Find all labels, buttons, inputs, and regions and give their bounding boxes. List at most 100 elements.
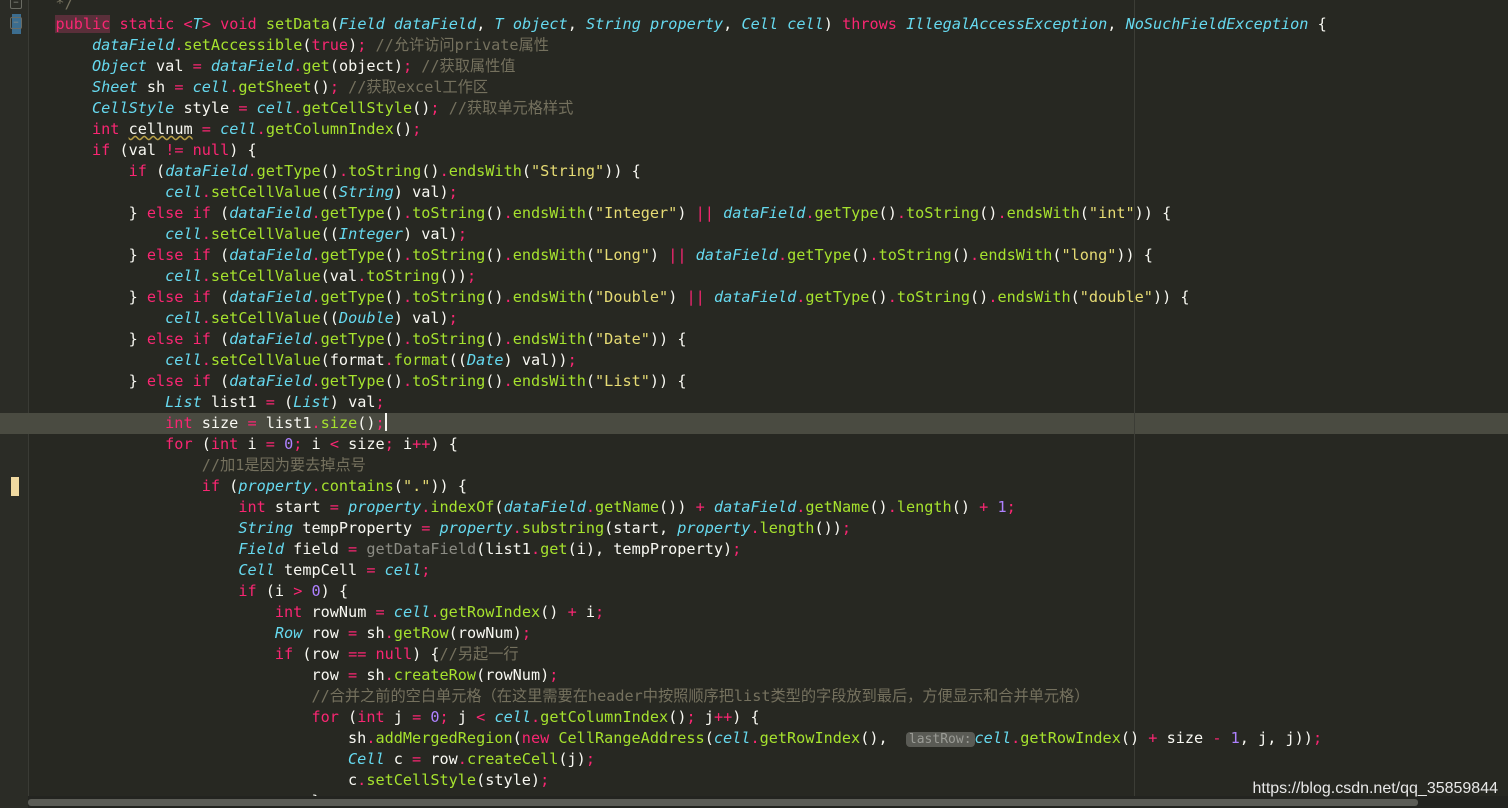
code-token: substring (521, 519, 605, 537)
code-token: i (393, 435, 413, 453)
code-line[interactable]: row = sh.createRow(rowNum); (28, 665, 558, 686)
code-token: indexOf (430, 498, 495, 516)
code-token: Row (274, 624, 303, 642)
code-line[interactable]: int cellnum = cell.getColumnIndex(); (28, 119, 421, 140)
code-token: Integer (338, 225, 403, 243)
code-token: else if (146, 330, 211, 348)
code-line[interactable]: cell.setCellValue(format.format((Date) v… (28, 350, 577, 371)
code-line[interactable]: c.setCellStyle(style); (28, 770, 549, 791)
code-line[interactable]: } else if (dataField.getType().toString(… (28, 245, 1153, 266)
code-line[interactable]: } else if (dataField.getType().toString(… (28, 203, 1172, 224)
code-token: () (485, 246, 504, 264)
code-line[interactable]: sh.addMergedRegion(new CellRangeAddress(… (28, 728, 1322, 749)
code-line[interactable]: Sheet sh = cell.getSheet(); //获取excel工作区 (28, 77, 488, 98)
fold-marker-icon[interactable]: − (10, 0, 22, 9)
parameter-hint: lastRow: (905, 732, 975, 747)
code-token: (row (293, 645, 349, 663)
code-line[interactable]: String tempProperty = property.substring… (28, 518, 851, 539)
code-token: endsWith (512, 372, 586, 390)
code-line[interactable]: for (int i = 0; i < size; i++) { (28, 434, 458, 455)
code-line[interactable]: cell.setCellValue((Double) val); (28, 308, 458, 329)
code-token: getRowIndex (1020, 729, 1121, 747)
code-line[interactable]: */ (28, 0, 73, 14)
code-token: ) (823, 15, 843, 33)
code-token: (( (320, 309, 339, 327)
code-token: )) { (430, 477, 467, 495)
code-token: . (357, 267, 367, 285)
code-token: ) { (320, 582, 349, 600)
code-line[interactable]: cell.setCellValue(val.toString()); (28, 266, 476, 287)
code-token: dataField (229, 204, 312, 222)
code-token: CellStyle (92, 99, 175, 117)
code-line[interactable]: public static <T> void setData(Field dat… (28, 14, 1327, 35)
code-token: < (476, 708, 486, 726)
code-token: ) val) (393, 183, 449, 201)
code-line[interactable]: if (property.contains(".")) { (28, 476, 467, 497)
code-line[interactable]: int start = property.indexOf(dataField.g… (28, 497, 1015, 518)
code-token: else if (146, 288, 211, 306)
code-editor[interactable]: */ public static <T> void setData(Field … (28, 0, 1508, 796)
code-token: . (311, 288, 321, 306)
code-line[interactable]: } else if (dataField.getType().toString(… (28, 329, 687, 350)
code-token: } (28, 372, 147, 390)
code-token: > (293, 582, 303, 600)
code-token: . (201, 309, 211, 327)
scrollbar-thumb[interactable] (28, 799, 1418, 806)
code-token: . (201, 351, 211, 369)
code-line[interactable]: cell.setCellValue((String) val); (28, 182, 458, 203)
code-token: getType (320, 372, 385, 390)
code-token: property (348, 498, 422, 516)
code-line[interactable]: int rowNum = cell.getRowIndex() + i; (28, 602, 604, 623)
code-token: ( (274, 393, 294, 411)
code-token: if (92, 141, 111, 159)
code-line[interactable]: cell.setCellValue((Integer) val); (28, 224, 467, 245)
code-line[interactable]: Row row = sh.getRow(rowNum); (28, 623, 531, 644)
code-token: List (293, 393, 330, 411)
code-token: ; (466, 267, 477, 285)
code-line[interactable]: Object val = dataField.get(object); //获取… (28, 56, 515, 77)
code-token: cell (494, 708, 532, 726)
code-token: , (1107, 15, 1126, 33)
code-line[interactable]: CellStyle style = cell.getCellStyle(); /… (28, 98, 573, 119)
code-line[interactable]: //合并之前的空白单元格（在这里需要在header中按照顺序把list类型的字段… (28, 686, 1089, 707)
code-line[interactable]: dataField.setAccessible(true); //允许访问pri… (28, 35, 549, 56)
code-line[interactable]: if (val != null) { (28, 140, 257, 161)
watermark: https://blog.csdn.net/qq_35859844 (1252, 780, 1498, 797)
code-token: j (695, 708, 714, 726)
code-token: () (384, 372, 403, 390)
code-token: . (201, 267, 211, 285)
code-token: )) { (604, 162, 641, 180)
code-line[interactable]: //加1是因为要去掉点号 (28, 455, 366, 476)
code-token: . (402, 288, 413, 306)
code-line[interactable]: for (int j = 0; j < cell.getColumnIndex(… (28, 707, 759, 728)
editor-gutter[interactable]: − − (0, 0, 29, 808)
code-line[interactable]: Cell tempCell = cell; (28, 560, 430, 581)
fold-marker-icon[interactable]: − (10, 17, 22, 29)
code-token: 0 (284, 435, 294, 453)
code-token: . (311, 330, 321, 348)
code-token: dataField (229, 288, 312, 306)
code-token: CellRangeAddress (558, 729, 705, 747)
code-line[interactable]: } else if (dataField.getType().toString(… (28, 371, 687, 392)
code-line[interactable]: if (dataField.getType().toString().endsW… (28, 161, 641, 182)
code-token: ( (1079, 204, 1089, 222)
code-token: . (293, 99, 303, 117)
code-token: toString (906, 204, 980, 222)
code-line[interactable]: int size = list1.size(); (28, 413, 387, 434)
code-line[interactable]: Field field = getDataField(list1.get(i),… (28, 539, 741, 560)
code-line[interactable]: } else if (dataField.getType().toString(… (28, 287, 1190, 308)
code-token: IllegalAccessException (906, 15, 1108, 33)
code-line[interactable]: List list1 = (List) val; (28, 392, 385, 413)
code-token: createCell (466, 750, 559, 768)
code-line[interactable]: if (i > 0) { (28, 581, 348, 602)
code-token: . (777, 246, 788, 264)
code-line[interactable]: if (row == null) {//另起一行 (28, 644, 519, 665)
code-line[interactable]: Cell c = row.createCell(j); (28, 749, 595, 770)
code-token: NoSuchFieldException (1125, 15, 1309, 33)
